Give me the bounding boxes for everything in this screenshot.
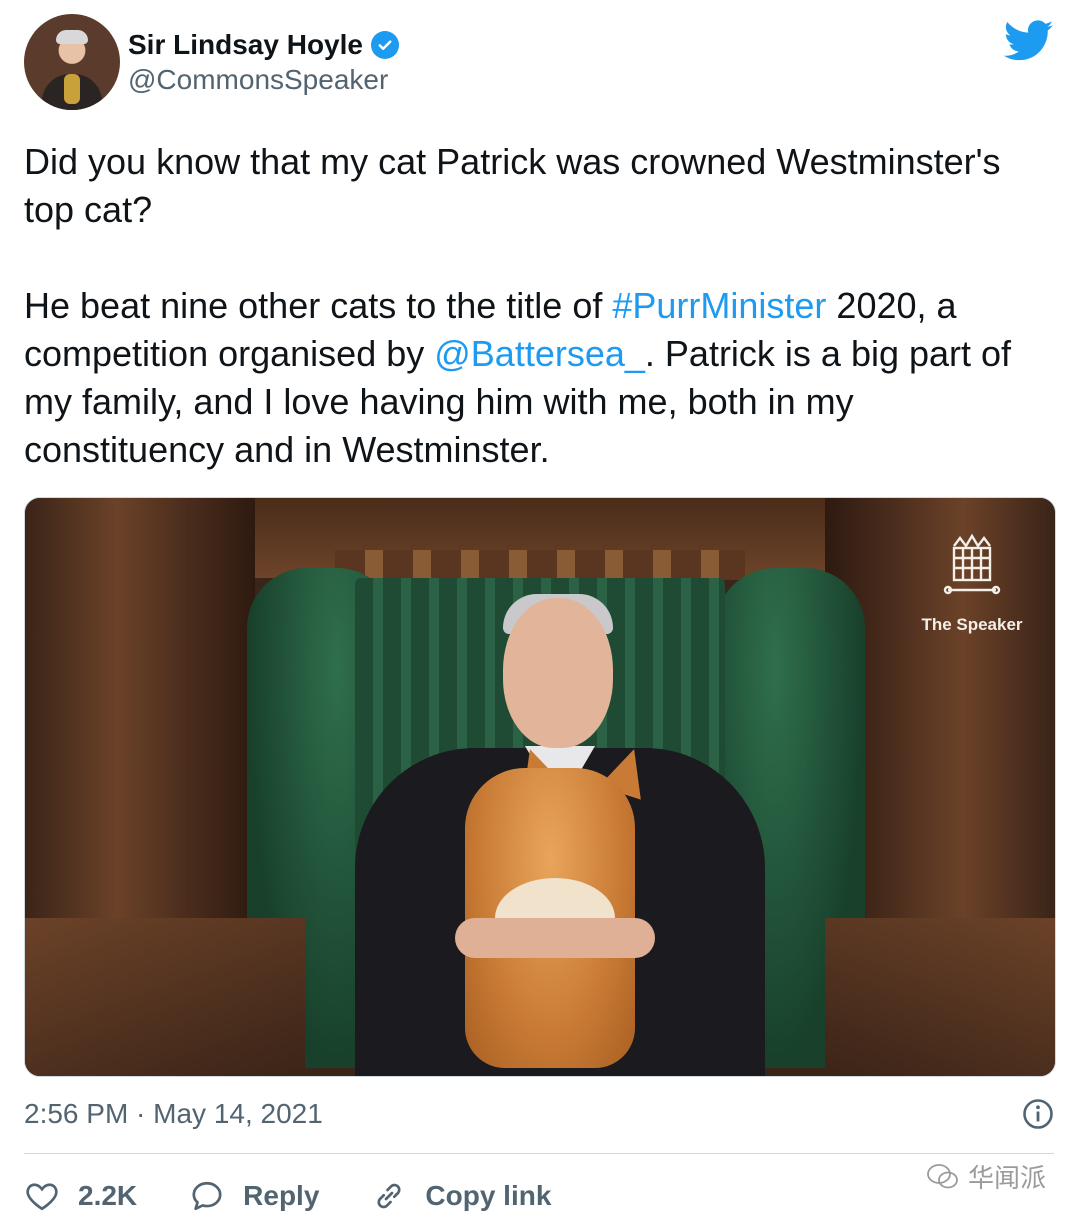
twitter-bird-icon[interactable] [1004,20,1054,62]
watermark: 华闻派 [926,1158,1046,1195]
speaker-brand-logo: The Speaker [917,528,1027,635]
info-icon[interactable] [1022,1098,1054,1130]
author-display-name-text[interactable]: Sir Lindsay Hoyle [128,28,363,62]
author-name-block: Sir Lindsay Hoyle @CommonsSpeaker [128,28,399,98]
divider [24,1153,1054,1154]
tweet-header: Sir Lindsay Hoyle @CommonsSpeaker [24,14,1056,114]
wechat-icon [927,1163,958,1188]
tweet-timestamp[interactable]: 2:56 PM · May 14, 2021 [24,1098,323,1130]
like-button[interactable]: 2.2K [24,1178,137,1214]
tweet-paragraph-2: He beat nine other cats to the title of … [24,282,1054,474]
tweet-paragraph-1: Did you know that my cat Patrick was cro… [24,141,1001,230]
reply-icon [192,1181,222,1211]
reply-label: Reply [243,1180,320,1211]
tweet-actions: 2.2K Reply Copy link [24,1170,1054,1222]
copy-link-button[interactable]: Copy link [371,1178,551,1214]
tweet-text: Did you know that my cat Patrick was cro… [24,138,1054,474]
reply-button[interactable]: Reply [189,1178,319,1214]
watermark-text: 华闻派 [967,1163,1046,1193]
speaker-brand-label: The Speaker [921,615,1023,634]
like-count: 2.2K [78,1180,138,1211]
portcullis-icon [943,533,1001,595]
verified-badge-icon [370,31,399,59]
tweet-photo[interactable]: The Speaker [24,497,1056,1077]
tweet-text-segment: He beat nine other cats to the title of [24,285,613,326]
link-icon [377,1183,401,1209]
tweet-meta: 2:56 PM · May 14, 2021 [24,1094,1054,1134]
author-handle[interactable]: @CommonsSpeaker [128,62,399,98]
author-avatar[interactable] [24,14,120,110]
copy-link-label: Copy link [425,1180,552,1211]
hashtag-link[interactable]: #PurrMinister [612,285,826,326]
author-display-name[interactable]: Sir Lindsay Hoyle [128,28,399,62]
heart-icon [26,1183,58,1211]
mention-link[interactable]: @Battersea_ [434,333,645,374]
